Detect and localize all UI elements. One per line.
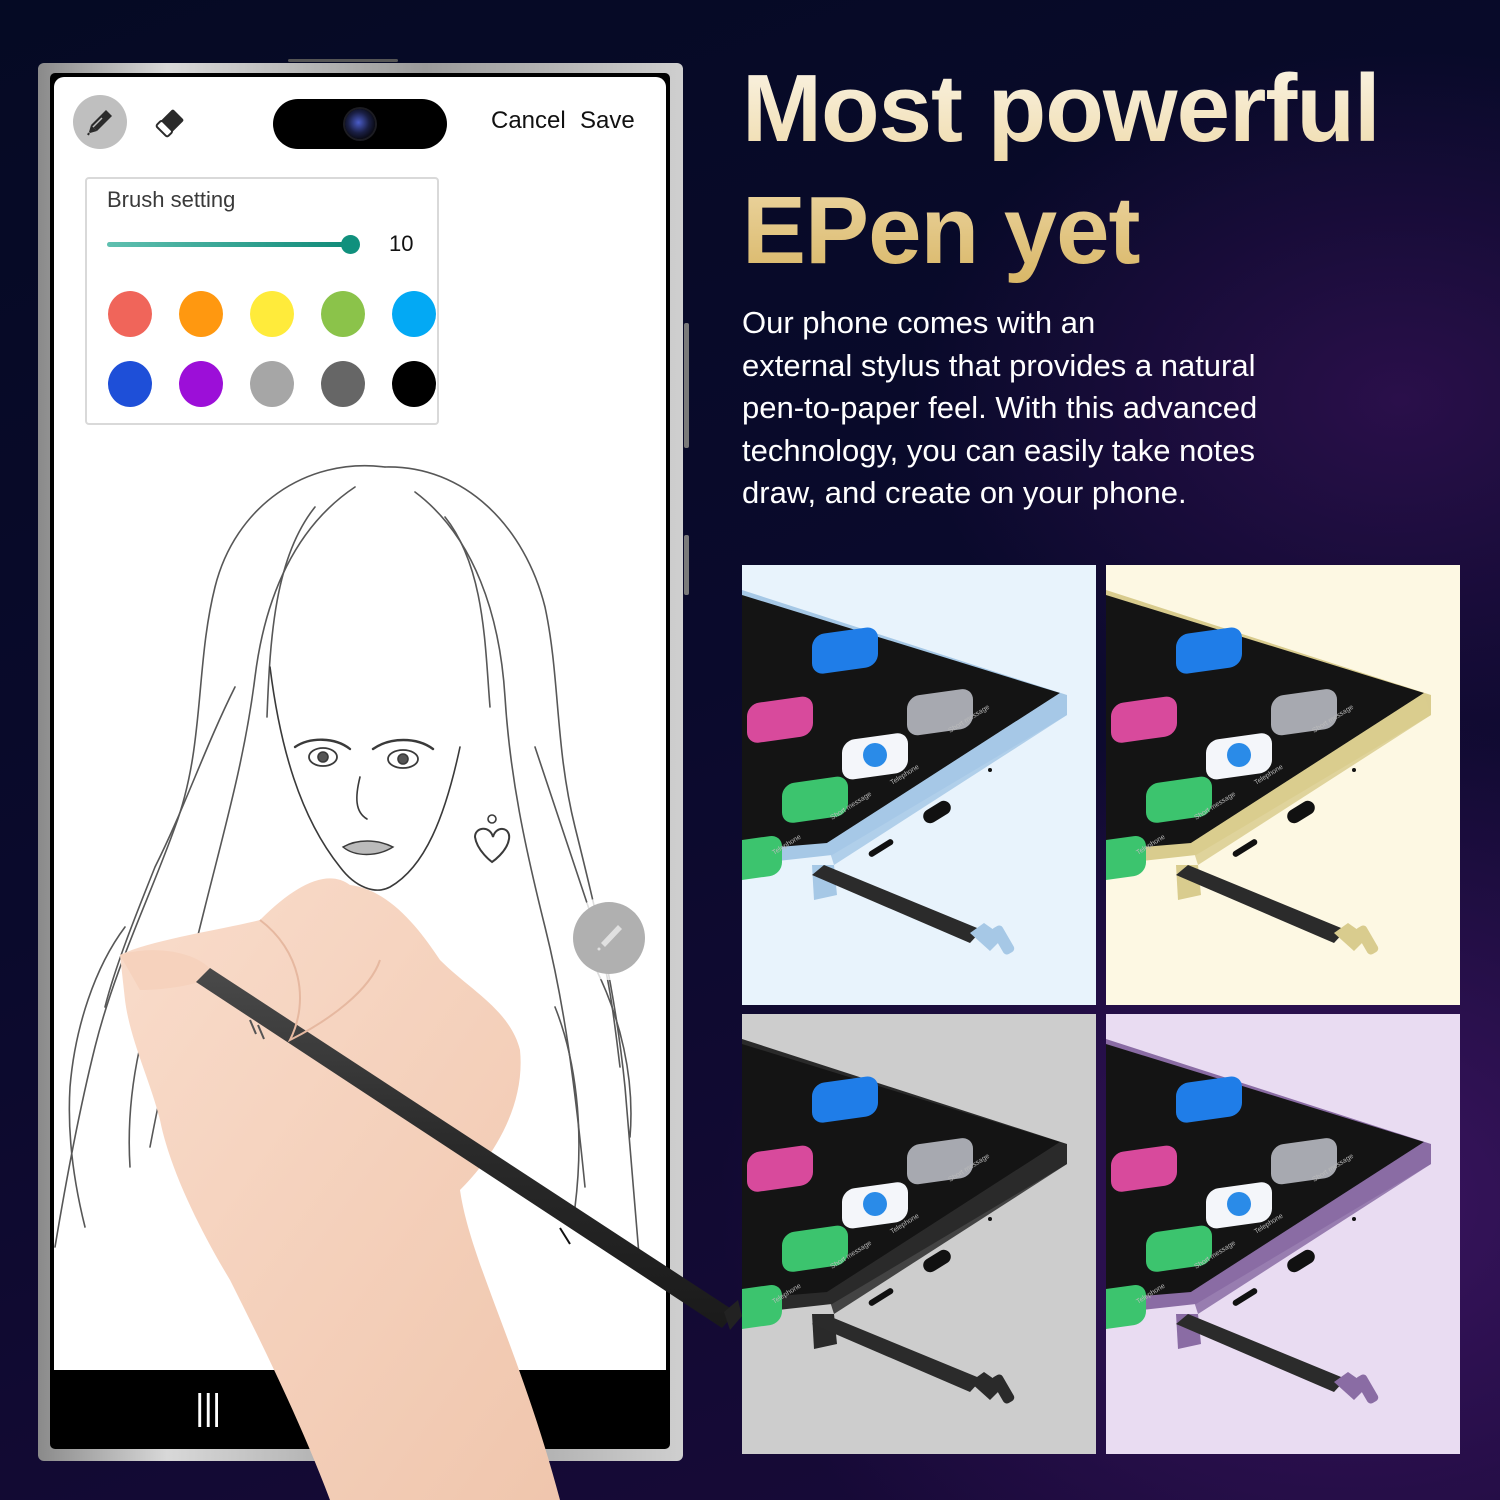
phone-device: Cancel Save Brush setting 10 ||| xyxy=(38,59,689,1461)
brush-size-thumb[interactable] xyxy=(341,235,360,254)
color-swatch-red[interactable] xyxy=(107,291,152,337)
color-variant-tile-blue: Short message Telephone Short message Te… xyxy=(742,565,1096,1005)
color-swatch-yellow[interactable] xyxy=(249,291,294,337)
color-swatch-black[interactable] xyxy=(391,361,436,407)
save-button[interactable]: Save xyxy=(580,107,635,135)
eraser-icon xyxy=(155,109,184,138)
drawing-screen: Cancel Save Brush setting 10 xyxy=(54,77,666,1370)
home-icon[interactable] xyxy=(344,1392,374,1424)
color-variant-tile-purple: Short message Telephone Short message Te… xyxy=(1106,1014,1460,1454)
headline-line-1: Most powerful xyxy=(742,55,1380,162)
system-navbar: ||| xyxy=(54,1370,666,1445)
phone-corner-illustration: Short message Telephone Short message Te… xyxy=(1106,1014,1460,1454)
description-text: Our phone comes with an external stylus … xyxy=(742,302,1382,515)
description-line: draw, and create on your phone. xyxy=(742,475,1187,510)
portrait-sketch xyxy=(54,465,641,1268)
eraser-tool-button[interactable] xyxy=(149,102,191,144)
hair-outline xyxy=(54,465,641,1268)
color-swatch-dark-gray[interactable] xyxy=(320,361,365,407)
color-swatch-green[interactable] xyxy=(320,291,365,337)
description-line: Our phone comes with an xyxy=(742,305,1096,340)
pen-icon xyxy=(87,110,112,136)
phone-bezel: Cancel Save Brush setting 10 ||| xyxy=(50,73,670,1449)
brush-size-fill xyxy=(107,242,350,247)
color-variant-tile-black: Short message Telephone Short message Te… xyxy=(742,1014,1096,1454)
color-swatch-purple[interactable] xyxy=(178,361,223,407)
description-line: external stylus that provides a natural xyxy=(742,347,1256,383)
color-variant-tile-gold: Short message Telephone Short message Te… xyxy=(1106,565,1460,1005)
color-swatch-light-blue[interactable] xyxy=(391,291,436,337)
pen-tool-button[interactable] xyxy=(73,95,127,149)
color-swatch-light-gray[interactable] xyxy=(249,361,294,407)
phone-corner-illustration: Short message Telephone Short message Te… xyxy=(1106,565,1460,1005)
front-camera-cutout xyxy=(273,99,447,149)
brush-setting-title: Brush setting xyxy=(107,187,236,212)
brush-size-value: 10 xyxy=(389,231,414,256)
page-headline: Most powerful EPen yet xyxy=(742,48,1482,292)
recents-icon[interactable]: ||| xyxy=(194,1388,222,1428)
pen-icon xyxy=(597,925,622,951)
phone-corner-illustration: Short message Telephone Short message Te… xyxy=(742,1014,1096,1454)
headline-line-2: EPen yet xyxy=(742,177,1140,284)
phone-corner-illustration: Short message Telephone Short message Te… xyxy=(742,565,1096,1005)
floating-pen-button[interactable] xyxy=(573,902,645,974)
color-swatch-orange[interactable] xyxy=(178,291,223,337)
power-button xyxy=(684,535,689,595)
cancel-button[interactable]: Cancel xyxy=(491,107,566,135)
speaker-grill xyxy=(288,59,398,62)
color-swatch-grid xyxy=(94,291,436,407)
face-features xyxy=(269,666,511,891)
brush-size-slider[interactable] xyxy=(107,235,360,254)
camera-lens-icon xyxy=(345,109,375,139)
volume-button xyxy=(684,323,689,448)
brush-setting-panel: Brush setting 10 xyxy=(85,177,439,425)
description-line: technology, you can easily take notes xyxy=(742,432,1255,468)
color-swatch-blue[interactable] xyxy=(107,361,152,407)
description-line: pen-to-paper feel. With this advanced xyxy=(742,390,1258,425)
